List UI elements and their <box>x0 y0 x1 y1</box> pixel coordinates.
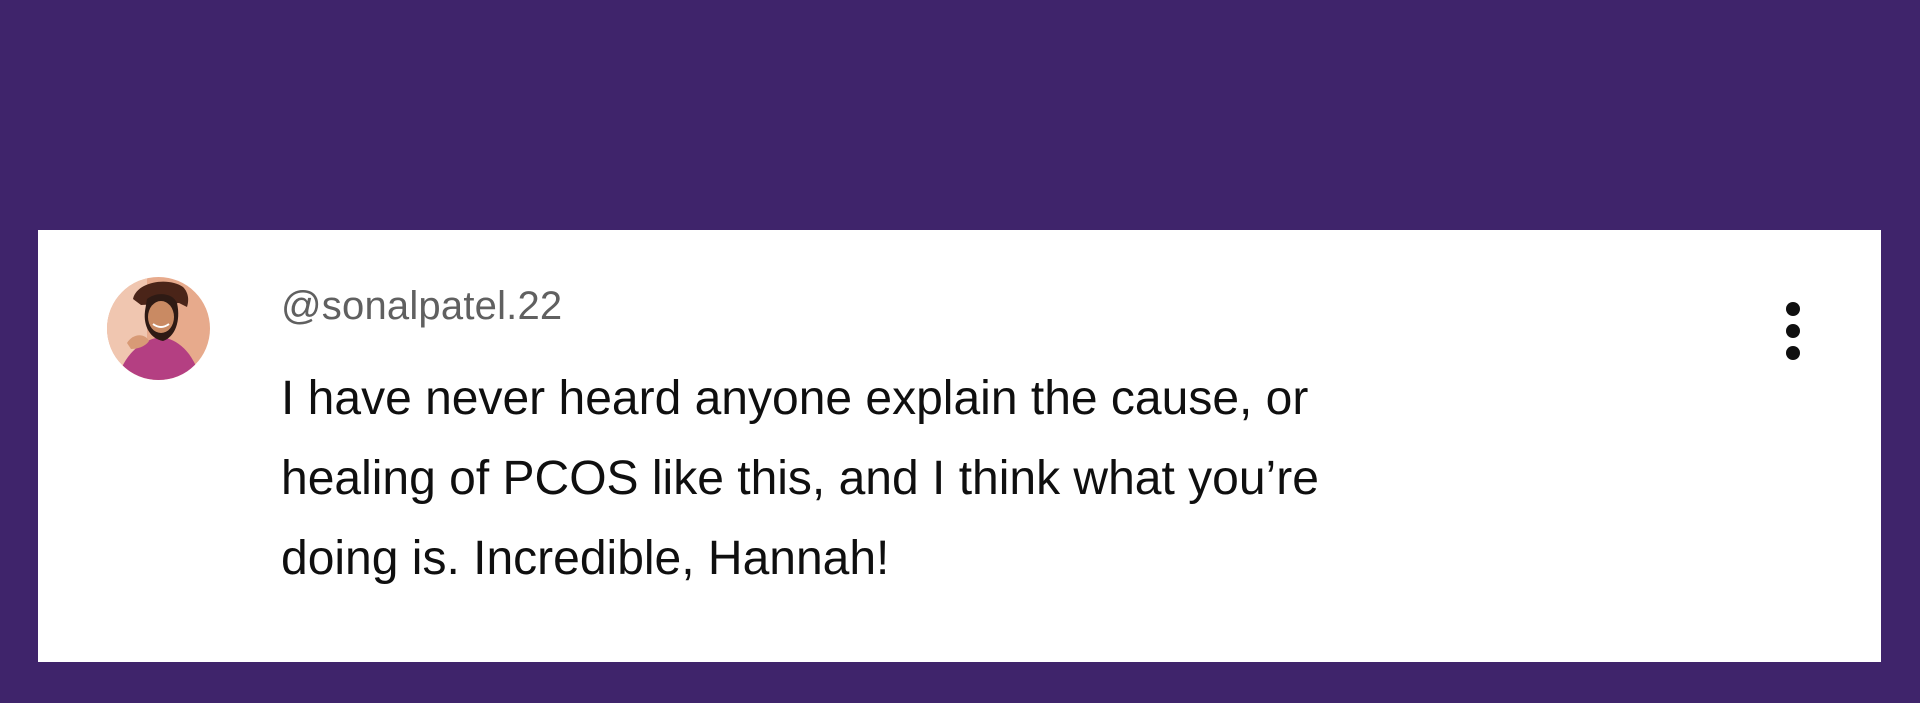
vertical-ellipsis-icon <box>1786 346 1800 360</box>
comment-card: @sonalpatel.22 I have never heard anyone… <box>38 230 1881 662</box>
comment-username[interactable]: @sonalpatel.22 <box>281 284 562 329</box>
vertical-ellipsis-icon <box>1786 324 1800 338</box>
comment-text-line: I have never heard anyone explain the ca… <box>281 372 1309 425</box>
comment-text-line: healing of PCOS like this, and I think w… <box>281 452 1319 505</box>
comment-text: I have never heard anyone explain the ca… <box>281 359 1661 599</box>
avatar[interactable] <box>107 277 210 380</box>
comment-text-line: doing is. Incredible, Hannah! <box>281 532 890 585</box>
more-options-button[interactable] <box>1772 298 1816 378</box>
avatar-photo-icon <box>107 277 210 380</box>
vertical-ellipsis-icon <box>1786 302 1800 316</box>
